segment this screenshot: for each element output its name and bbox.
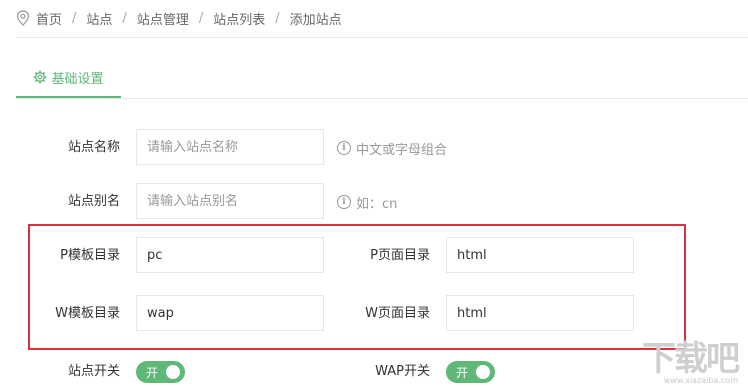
w-template-dir-input[interactable] [136,295,324,331]
breadcrumb-separator: / [72,10,77,26]
divider [16,37,748,38]
breadcrumb: 首页 / 站点 / 站点管理 / 站点列表 / 添加站点 [16,8,342,28]
breadcrumb-separator: / [275,10,280,26]
tab-basic-settings[interactable]: 基础设置 [16,58,121,98]
breadcrumb-site-management[interactable]: 站点管理 [137,9,189,28]
breadcrumb-site-list[interactable]: 站点列表 [213,9,265,28]
wap-switch-toggle[interactable]: 开 [446,361,495,383]
location-pin-icon [16,10,30,26]
watermark: 下载吧 www.xiazaiba.com [642,339,740,385]
site-alias-hint: i 如：cn [337,192,397,212]
w-page-dir-input[interactable] [446,295,634,331]
watermark-logo: 下载吧 [642,339,740,379]
site-switch-toggle[interactable]: 开 [136,361,185,383]
p-template-dir-label: P模板目录 [60,248,120,263]
wap-switch-label: WAP开关 [375,364,430,379]
info-icon: i [337,195,351,209]
info-icon: i [337,141,351,155]
p-template-dir-input[interactable] [136,237,324,273]
site-alias-label: 站点别名 [67,194,120,209]
breadcrumb-separator: / [198,10,204,26]
breadcrumb-home[interactable]: 首页 [36,9,62,28]
site-name-hint-text: 中文或字母组合 [356,142,448,158]
w-template-dir-label: W模板目录 [55,306,120,321]
site-switch-label: 站点开关 [67,364,120,379]
wap-switch-state: 开 [456,365,469,380]
breadcrumb-add-site: 添加站点 [289,12,342,28]
site-name-hint: i 中文或字母组合 [337,138,447,158]
site-alias-input[interactable] [136,183,324,219]
site-name-label: 站点名称 [67,140,120,155]
site-name-input[interactable] [136,129,324,165]
gear-icon [33,70,47,84]
p-page-dir-label: P页面目录 [370,248,430,263]
p-page-dir-input[interactable] [446,237,634,273]
toggle-knob [166,365,180,379]
site-alias-hint-text: 如：cn [356,196,398,212]
toggle-knob [476,365,490,379]
w-page-dir-label: W页面目录 [365,306,430,321]
tab-label: 基础设置 [51,71,104,87]
breadcrumb-site[interactable]: 站点 [86,9,112,28]
breadcrumb-separator: / [122,10,127,26]
tab-divider [16,98,748,99]
site-switch-state: 开 [146,365,159,380]
